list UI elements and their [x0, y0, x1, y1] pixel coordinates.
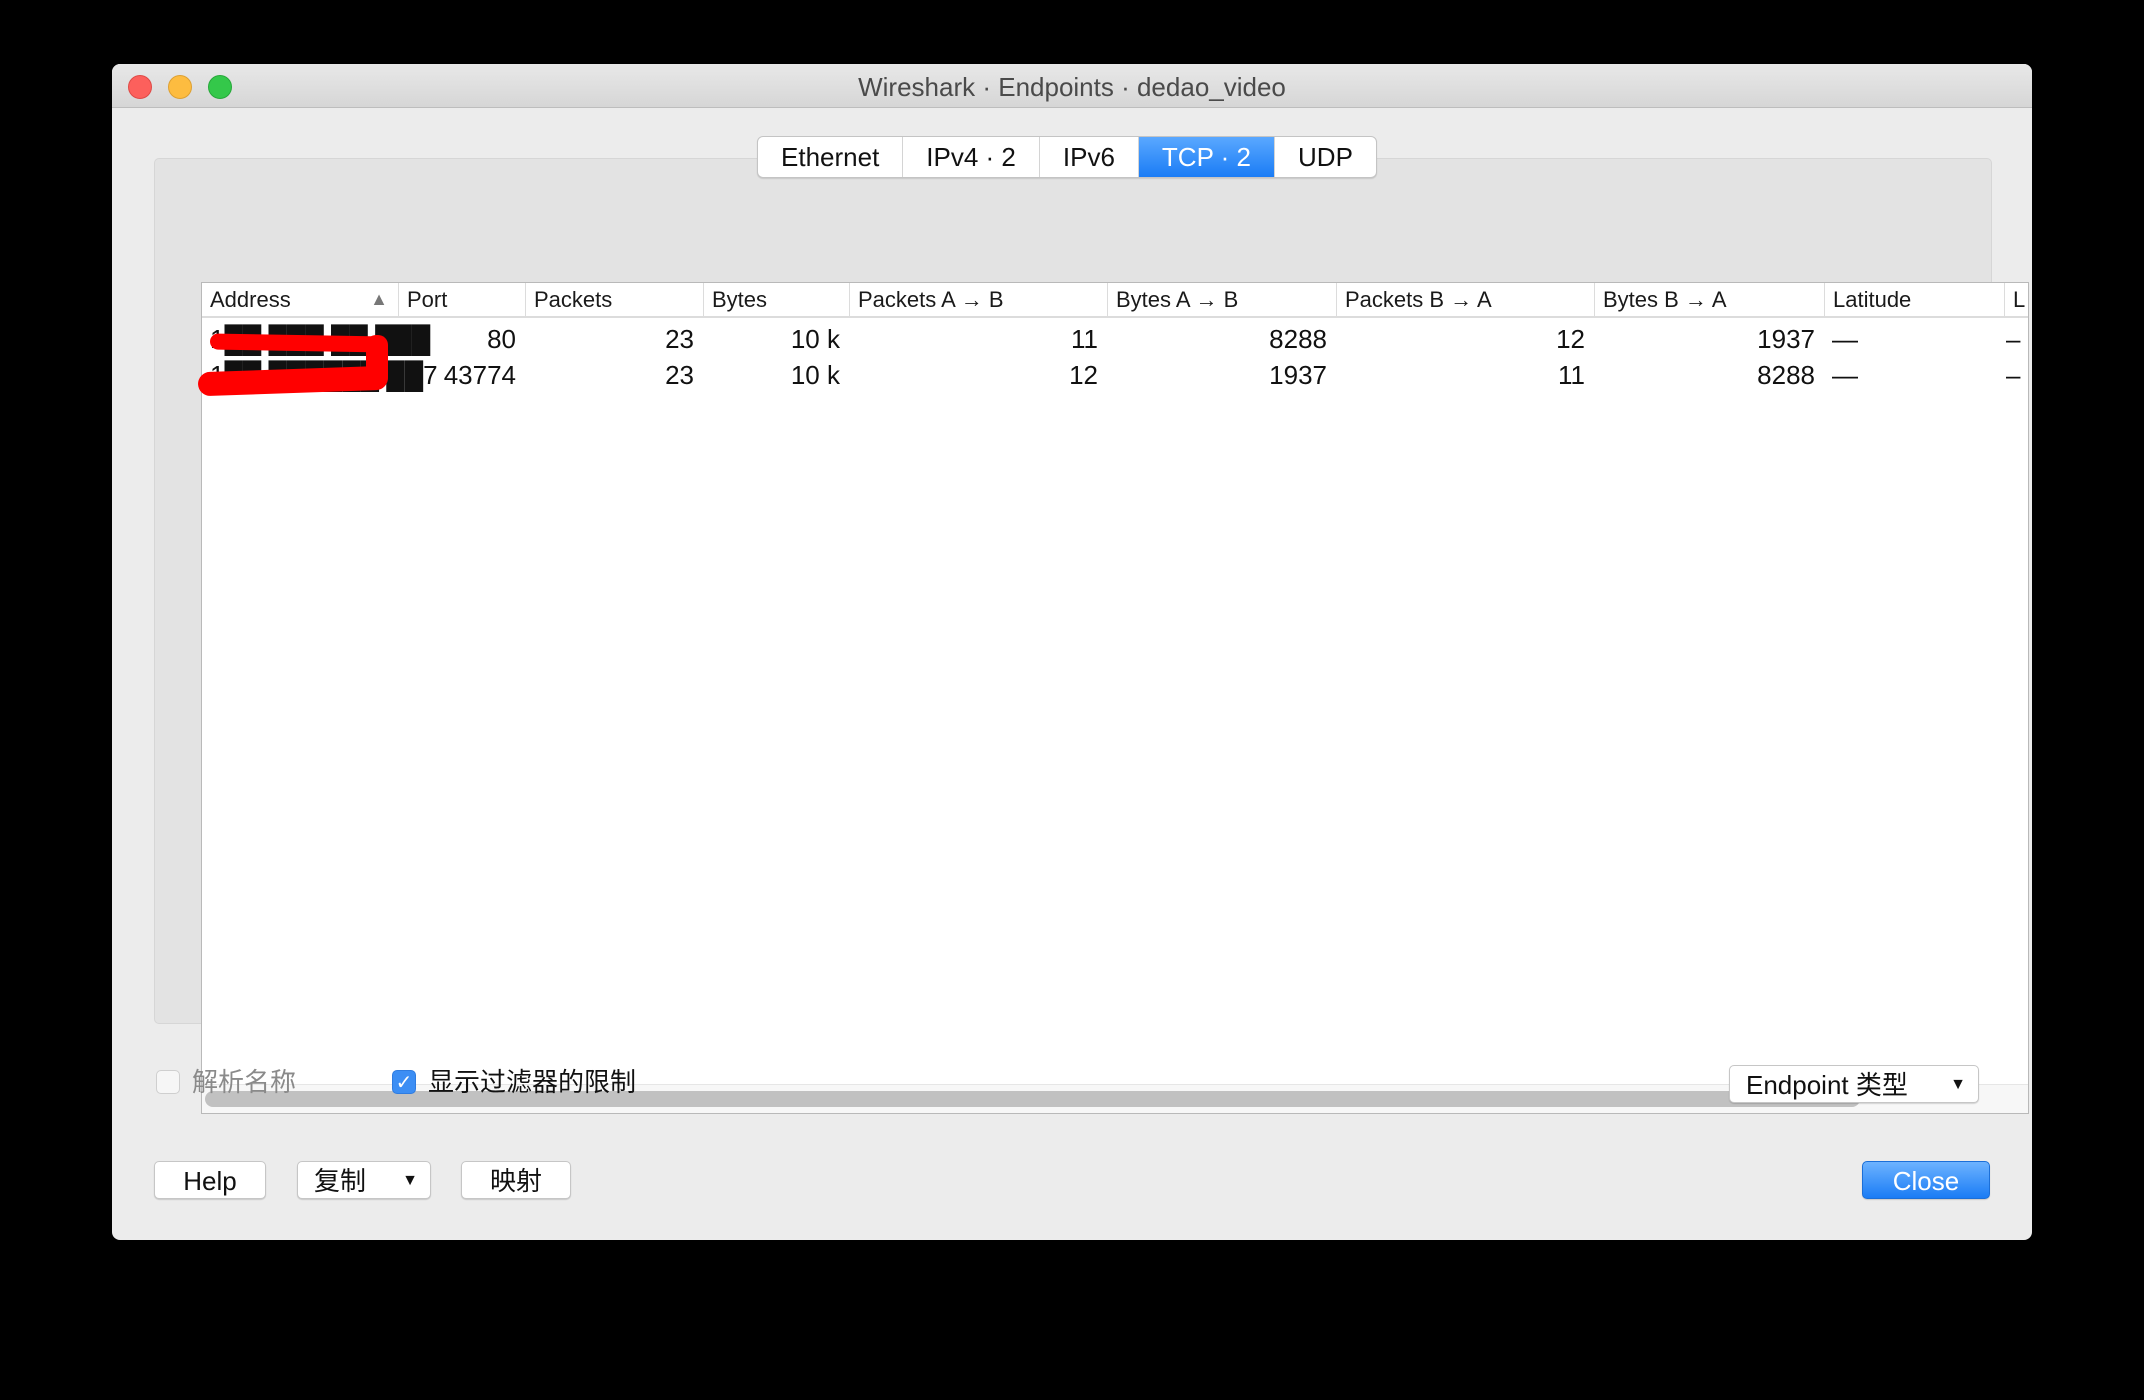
- table-row[interactable]: 1██.███.██.███ 80 23 10 k 11 8288 12 193…: [202, 321, 2028, 357]
- column-header-bytes[interactable]: Bytes: [703, 283, 849, 316]
- limit-to-filter-label: 显示过滤器的限制: [428, 1067, 637, 1097]
- tab-udp[interactable]: UDP: [1275, 137, 1376, 177]
- column-header-bytes-b-a[interactable]: Bytes B → A: [1594, 283, 1824, 316]
- column-header-port[interactable]: Port: [398, 283, 525, 316]
- checkmark-icon: ✓: [395, 1072, 413, 1094]
- map-button[interactable]: 映射: [461, 1161, 571, 1199]
- limit-to-filter-checkbox[interactable]: ✓: [392, 1070, 416, 1094]
- cell-packets-b-a: 11: [1558, 360, 1585, 390]
- window-title: Wireshark · Endpoints · dedao_video: [858, 72, 1286, 102]
- cell-packets-a-b: 12: [1069, 360, 1098, 390]
- endpoint-type-dropdown[interactable]: Endpoint 类型 ▼: [1729, 1065, 1979, 1103]
- column-header-packets-b-a[interactable]: Packets B → A: [1336, 283, 1594, 316]
- cell-bytes-a-b: 8288: [1269, 324, 1327, 354]
- endpoints-window: Wireshark · Endpoints · dedao_video Ethe…: [112, 64, 2032, 1240]
- cell-port: 80: [487, 324, 516, 354]
- cell-latitude: —: [1832, 324, 1858, 354]
- close-button[interactable]: Close: [1862, 1161, 1990, 1199]
- cell-bytes-a-b: 1937: [1269, 360, 1327, 390]
- cell-packets: 23: [665, 360, 694, 390]
- cell-bytes-b-a: 1937: [1757, 324, 1815, 354]
- cell-port: 43774: [443, 360, 516, 390]
- tab-ipv4[interactable]: IPv4 · 2: [903, 137, 1040, 177]
- column-header-longitude[interactable]: L: [2004, 283, 2028, 316]
- column-header-packets[interactable]: Packets: [525, 283, 703, 316]
- cell-bytes: 10 k: [790, 324, 840, 354]
- column-label: Address: [210, 287, 291, 312]
- sort-ascending-icon: ▲: [370, 289, 388, 309]
- endpoint-type-label: Endpoint 类型: [1746, 1070, 1908, 1100]
- protocol-tabs: Ethernet IPv4 · 2 IPv6 TCP · 2 UDP: [757, 136, 1377, 178]
- copy-button[interactable]: 复制 ▼: [297, 1161, 431, 1199]
- table-row[interactable]: 1██.██████.██7 43774 23 10 k 12 1937 11 …: [202, 357, 2028, 393]
- redaction-mark: [209, 333, 387, 353]
- help-button[interactable]: Help: [154, 1161, 266, 1199]
- endpoints-table: Address ▲ Port Packets Bytes Packets A → …: [197, 282, 2029, 1114]
- cell-longitude: –: [2006, 324, 2021, 354]
- tab-ipv6[interactable]: IPv6: [1040, 137, 1139, 177]
- column-header-bytes-a-b[interactable]: Bytes A → B: [1107, 283, 1336, 316]
- table-header: Address ▲ Port Packets Bytes Packets A → …: [202, 283, 2028, 318]
- cell-packets-a-b: 11: [1071, 324, 1098, 354]
- cell-packets: 23: [665, 324, 694, 354]
- resolve-names-label: 解析名称: [192, 1067, 297, 1097]
- title-bar[interactable]: Wireshark · Endpoints · dedao_video: [112, 64, 2032, 108]
- cell-latitude: —: [1832, 360, 1858, 390]
- column-header-packets-a-b[interactable]: Packets A → B: [849, 283, 1107, 316]
- column-header-latitude[interactable]: Latitude: [1824, 283, 2004, 316]
- dropdown-arrow-icon: ▼: [1950, 1076, 1966, 1093]
- cell-packets-b-a: 12: [1556, 324, 1585, 354]
- dropdown-arrow-icon: ▼: [402, 1172, 418, 1189]
- tab-ethernet[interactable]: Ethernet: [758, 137, 904, 177]
- copy-label: 复制: [314, 1166, 367, 1196]
- tab-tcp[interactable]: TCP · 2: [1138, 137, 1276, 177]
- cell-bytes-b-a: 8288: [1757, 360, 1815, 390]
- cell-longitude: –: [2006, 360, 2021, 390]
- tab-panel: Address ▲ Port Packets Bytes Packets A → …: [154, 158, 2029, 1114]
- column-header-address[interactable]: Address ▲: [202, 283, 398, 316]
- resolve-names-checkbox[interactable]: [156, 1070, 180, 1094]
- cell-bytes: 10 k: [790, 360, 840, 390]
